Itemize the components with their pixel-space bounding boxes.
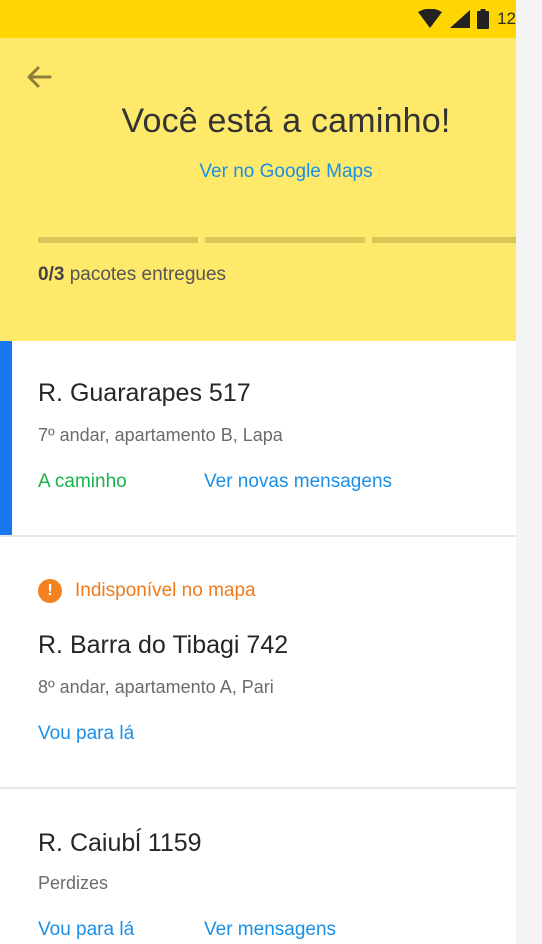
battery-icon xyxy=(477,9,490,29)
delivery-card-1[interactable]: R. Guararapes 517 7º andar, apartamento … xyxy=(0,341,516,537)
delivery-street: R. Caiubĺ 1159 xyxy=(38,829,202,857)
page-title: Você está a caminho! xyxy=(121,102,451,140)
delivery-status: A caminho xyxy=(38,471,127,492)
delivery-street: R. Guararapes 517 xyxy=(38,379,251,407)
active-indicator xyxy=(0,341,12,535)
go-there-link[interactable]: Vou para lá xyxy=(38,919,134,941)
delivery-detail: 8º andar, apartamento A, Pari xyxy=(38,677,274,697)
signal-icon xyxy=(450,10,471,28)
trip-header: Você está a caminho! Ver no Google Maps … xyxy=(0,38,516,341)
delivered-label: pacotes entregues xyxy=(69,264,227,285)
delivered-counter: 0/3 pacotes entregues xyxy=(38,264,226,286)
back-arrow-icon[interactable] xyxy=(22,60,56,94)
delivery-progress-bar xyxy=(38,237,516,243)
delivery-card-3[interactable]: R. Caiubĺ 1159 Perdizes Vou para lá Ver … xyxy=(0,789,516,944)
status-bar: 12 xyxy=(0,0,516,38)
delivery-street: R. Barra do Tibagi 742 xyxy=(38,631,289,659)
warning-icon: ! xyxy=(38,579,62,603)
warning-text: Indisponível no mapa xyxy=(75,580,256,601)
progress-segment-1 xyxy=(38,237,198,243)
background-edge xyxy=(516,0,542,944)
delivered-count: 0/3 xyxy=(38,264,65,285)
view-messages-link[interactable]: Ver mensagens xyxy=(204,919,336,941)
progress-segment-2 xyxy=(205,237,365,243)
delivery-detail: 7º andar, apartamento B, Lapa xyxy=(38,425,283,445)
status-time: 12 xyxy=(497,9,516,28)
status-icons: 12 xyxy=(417,9,516,29)
delivery-card-2[interactable]: ! Indisponível no mapa R. Barra do Tibag… xyxy=(0,537,516,789)
delivery-detail: Perdizes xyxy=(38,873,109,893)
progress-segment-3 xyxy=(372,237,516,243)
go-there-link[interactable]: Vou para lá xyxy=(38,723,134,745)
map-warning: ! Indisponível no mapa xyxy=(38,579,256,603)
wifi-icon xyxy=(418,9,443,28)
google-maps-link[interactable]: Ver no Google Maps xyxy=(56,161,516,183)
view-new-messages-link[interactable]: Ver novas mensagens xyxy=(204,471,392,493)
app-screen: 12 Você está a caminho! Ver no Google Ma… xyxy=(0,0,516,944)
